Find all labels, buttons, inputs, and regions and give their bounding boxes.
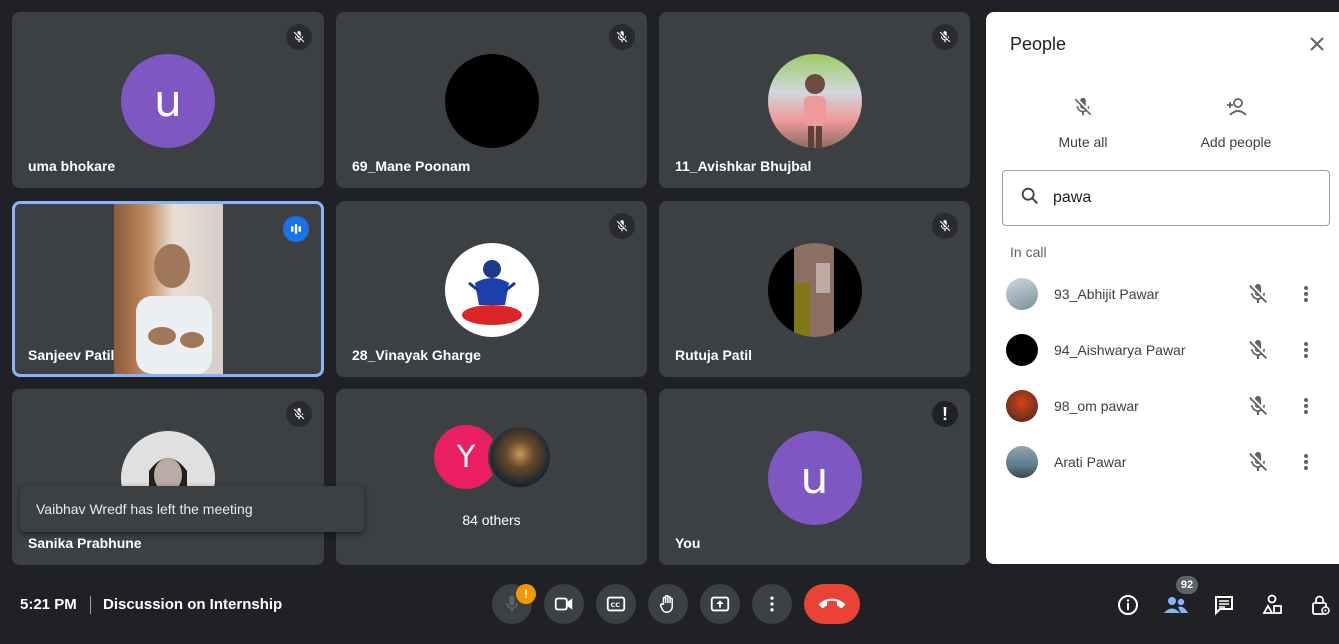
- warning-badge: !: [516, 584, 536, 604]
- participant-name: You: [675, 535, 701, 551]
- add-person-icon: [1176, 94, 1296, 120]
- mic-off-icon: [1023, 94, 1143, 120]
- clock: 5:21 PM: [20, 596, 77, 613]
- search-box[interactable]: [1002, 170, 1330, 226]
- avatar: [444, 243, 539, 337]
- video-feed: [114, 204, 223, 374]
- list-item[interactable]: 93_Abhijit Pawar: [986, 266, 1339, 322]
- self-tile[interactable]: ! u You: [659, 389, 970, 565]
- participant-name: 84 others: [462, 512, 521, 528]
- panel-title: People: [1010, 34, 1067, 54]
- participant-name: uma bhokare: [28, 158, 116, 174]
- participant-tile[interactable]: u uma bhokare: [12, 12, 324, 188]
- mute-all-button[interactable]: Mute all: [1023, 94, 1143, 150]
- avatar: u: [767, 431, 862, 525]
- camera-button[interactable]: [544, 584, 584, 624]
- mic-off-icon: [286, 24, 312, 50]
- person-name: 93_Abhijit Pawar: [1054, 286, 1160, 302]
- participant-name: 28_Vinayak Gharge: [352, 347, 481, 363]
- mute-all-label: Mute all: [1058, 134, 1108, 150]
- participant-name: Sanjeev Patil: [28, 347, 115, 363]
- hang-up-icon: [819, 598, 845, 609]
- captions-button[interactable]: CC: [596, 584, 636, 624]
- chat-icon[interactable]: [1211, 592, 1237, 618]
- alert-icon[interactable]: !: [932, 401, 958, 427]
- avatar: [1006, 334, 1038, 366]
- participant-tile[interactable]: 28_Vinayak Gharge: [336, 201, 647, 377]
- participant-tile[interactable]: Sanika Prabhune: [12, 389, 324, 565]
- participant-count-badge: 92: [1176, 576, 1198, 594]
- mic-off-icon[interactable]: [1246, 394, 1270, 418]
- avatar: [488, 425, 552, 489]
- avatar: [1006, 446, 1038, 478]
- mic-off-icon: [609, 24, 635, 50]
- leave-call-button[interactable]: [804, 584, 860, 624]
- list-item[interactable]: 98_om pawar: [986, 378, 1339, 434]
- search-input[interactable]: [1053, 189, 1293, 207]
- more-options-icon[interactable]: [1294, 450, 1318, 474]
- captions-icon: CC: [606, 596, 626, 612]
- add-people-label: Add people: [1200, 134, 1272, 150]
- others-tile[interactable]: Y 84 others: [336, 389, 647, 565]
- avatar: [1006, 278, 1038, 310]
- more-options-icon[interactable]: [1294, 394, 1318, 418]
- speaking-indicator-icon: [283, 216, 309, 242]
- avatar: [1006, 390, 1038, 422]
- more-options-icon[interactable]: [1294, 282, 1318, 306]
- svg-text:CC: CC: [611, 601, 621, 609]
- avatar: [767, 243, 862, 337]
- more-vert-icon: [770, 596, 774, 612]
- add-people-button[interactable]: Add people: [1176, 94, 1296, 150]
- mic-off-icon: [609, 213, 635, 239]
- present-screen-button[interactable]: [700, 584, 740, 624]
- participant-name: Rutuja Patil: [675, 347, 753, 363]
- notification-toast: Vaibhav Wredf has left the meeting: [20, 486, 364, 532]
- close-icon[interactable]: [1305, 32, 1329, 56]
- more-options-button[interactable]: [752, 584, 792, 624]
- list-item[interactable]: Arati Pawar: [986, 434, 1339, 490]
- people-icon[interactable]: [1163, 592, 1189, 618]
- activities-icon[interactable]: [1259, 592, 1285, 618]
- participant-tile[interactable]: Rutuja Patil: [659, 201, 970, 377]
- avatar: [444, 54, 539, 148]
- mic-off-icon[interactable]: [1246, 338, 1270, 362]
- video-camera-icon: [554, 597, 573, 611]
- divider: [90, 596, 91, 614]
- avatar: [767, 54, 862, 148]
- mic-off-icon: [932, 24, 958, 50]
- participant-tile-active-speaker[interactable]: Sanjeev Patil: [12, 201, 324, 377]
- participant-tile[interactable]: 11_Avishkar Bhujbal: [659, 12, 970, 188]
- section-label: In call: [1010, 244, 1047, 260]
- participant-name: 69_Mane Poonam: [352, 158, 471, 174]
- host-controls-icon[interactable]: [1307, 592, 1333, 618]
- mic-off-icon[interactable]: [1246, 282, 1270, 306]
- people-panel: People Mute all Add people In call 93_Ab…: [986, 12, 1339, 564]
- more-options-icon[interactable]: [1294, 338, 1318, 362]
- meeting-title: Discussion on Internship: [103, 596, 283, 613]
- participant-name: 11_Avishkar Bhujbal: [675, 158, 812, 174]
- meeting-details-icon[interactable]: [1115, 592, 1141, 618]
- search-icon: [1019, 185, 1041, 212]
- mic-off-icon[interactable]: [1246, 450, 1270, 474]
- participant-tile[interactable]: 69_Mane Poonam: [336, 12, 647, 188]
- person-name: Arati Pawar: [1054, 454, 1127, 470]
- person-name: 98_om pawar: [1054, 398, 1139, 414]
- mic-off-icon: [286, 401, 312, 427]
- participant-name: Sanika Prabhune: [28, 535, 142, 551]
- hand-icon: [659, 594, 673, 613]
- avatar: u: [121, 54, 215, 148]
- person-name: 94_Aishwarya Pawar: [1054, 342, 1186, 358]
- present-icon: [710, 596, 730, 612]
- mic-off-icon: [932, 213, 958, 239]
- raise-hand-button[interactable]: [648, 584, 688, 624]
- list-item[interactable]: 94_Aishwarya Pawar: [986, 322, 1339, 378]
